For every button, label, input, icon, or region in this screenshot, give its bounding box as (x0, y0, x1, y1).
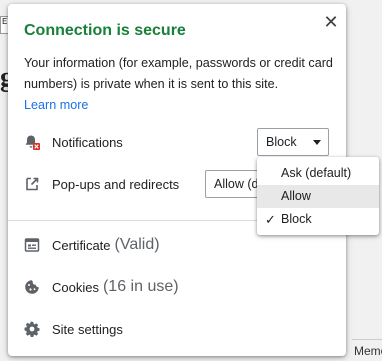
bubble-title: Connection is secure (24, 22, 186, 39)
notifications-select[interactable]: Block (257, 128, 329, 156)
security-description: Your information (for example, passwords… (24, 53, 334, 116)
popup-icon (24, 176, 40, 192)
popups-label: Pop-ups and redirects (52, 176, 180, 192)
description-text: Your information (for example, passwords… (24, 56, 333, 91)
notifications-blocked-icon (24, 134, 40, 150)
cookies-count: (16 in use) (102, 278, 179, 295)
menu-item-label: Block (281, 212, 312, 226)
certificate-link[interactable]: Certificate (Valid) (24, 231, 160, 259)
popups-row: Pop-ups and redirects (24, 170, 179, 198)
menu-item-label: Ask (default) (281, 166, 352, 180)
chevron-down-icon (313, 140, 321, 145)
certificate-label: Certificate (52, 237, 111, 253)
site-settings-label: Site settings (52, 321, 123, 337)
close-icon[interactable]: ✕ (321, 12, 341, 32)
cookies-link[interactable]: Cookies (16 in use) (24, 273, 179, 301)
checkmark-icon: ✓ (265, 212, 276, 227)
background-page-bottom-fragment: Memo (352, 339, 382, 361)
certificate-status: (Valid) (114, 236, 160, 253)
notifications-label: Notifications (52, 134, 123, 150)
certificate-icon (24, 237, 40, 253)
cookie-icon (24, 279, 40, 295)
learn-more-link[interactable]: Learn more (24, 98, 88, 112)
menu-item-label: Allow (281, 189, 311, 203)
menu-item-allow[interactable]: Allow (257, 185, 379, 208)
cookies-label: Cookies (52, 279, 99, 295)
gear-icon (24, 321, 40, 337)
notifications-dropdown-menu: Ask (default) Allow ✓ Block (257, 157, 379, 235)
notifications-row: Notifications (24, 128, 123, 156)
notifications-select-value: Block (266, 135, 297, 149)
site-settings-link[interactable]: Site settings (24, 315, 123, 343)
menu-item-ask[interactable]: Ask (default) (257, 162, 379, 185)
menu-item-block[interactable]: ✓ Block (257, 208, 379, 231)
